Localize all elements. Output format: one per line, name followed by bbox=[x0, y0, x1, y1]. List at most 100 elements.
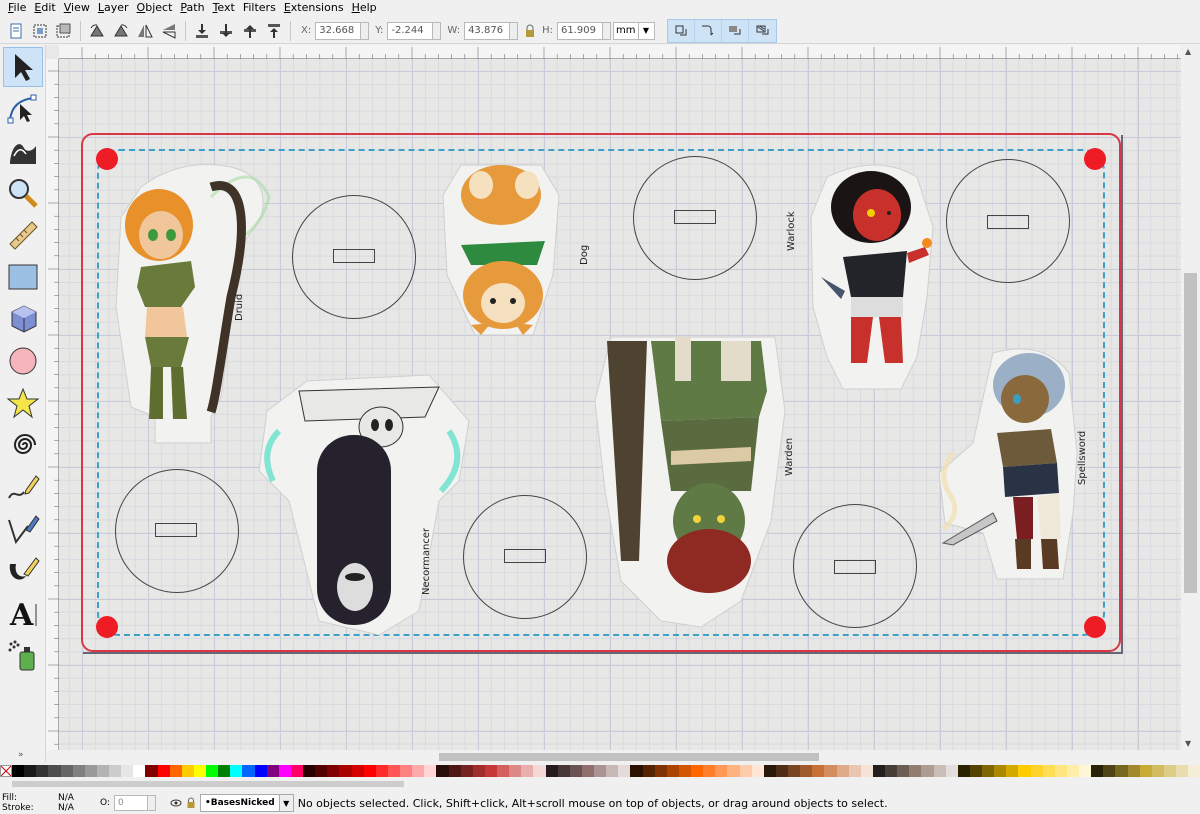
color-swatch[interactable] bbox=[969, 765, 982, 777]
menu-item[interactable]: Extensions bbox=[280, 0, 348, 16]
color-swatch[interactable] bbox=[84, 765, 97, 777]
color-swatch[interactable] bbox=[484, 765, 497, 777]
color-swatch[interactable] bbox=[557, 765, 570, 777]
palette-scrollbar[interactable] bbox=[12, 778, 1188, 790]
color-swatch[interactable] bbox=[751, 765, 764, 777]
color-swatch[interactable] bbox=[133, 765, 146, 777]
horizontal-ruler[interactable] bbox=[59, 45, 1181, 59]
color-swatch[interactable] bbox=[824, 765, 837, 777]
color-swatch[interactable] bbox=[48, 765, 61, 777]
color-swatch[interactable] bbox=[387, 765, 400, 777]
fill-value[interactable]: N/A bbox=[58, 793, 74, 803]
scroll-up-icon[interactable]: ▲ bbox=[1185, 47, 1191, 56]
flip-horizontal-icon[interactable] bbox=[134, 20, 156, 42]
color-swatch[interactable] bbox=[1091, 765, 1104, 777]
vertical-scrollbar[interactable]: ▲ ▼ bbox=[1181, 45, 1200, 762]
color-swatch[interactable] bbox=[96, 765, 109, 777]
vertical-ruler[interactable] bbox=[46, 59, 59, 750]
color-swatch[interactable] bbox=[909, 765, 922, 777]
move-patterns-icon[interactable] bbox=[749, 20, 776, 42]
color-swatch[interactable] bbox=[788, 765, 801, 777]
color-swatch[interactable] bbox=[412, 765, 425, 777]
scale-corners-icon[interactable] bbox=[695, 19, 723, 42]
color-swatch[interactable] bbox=[1018, 765, 1031, 777]
color-swatch[interactable] bbox=[145, 765, 158, 777]
y-input[interactable] bbox=[387, 21, 434, 40]
color-swatch[interactable] bbox=[363, 765, 376, 777]
color-swatch[interactable] bbox=[885, 765, 898, 777]
selector-tool[interactable] bbox=[3, 47, 43, 87]
menu-item[interactable]: Path bbox=[176, 0, 208, 16]
color-swatch[interactable] bbox=[618, 765, 631, 777]
node-tool[interactable] bbox=[3, 89, 43, 129]
color-swatch[interactable] bbox=[933, 765, 946, 777]
color-swatch[interactable] bbox=[1139, 765, 1152, 777]
color-swatch[interactable] bbox=[982, 765, 995, 777]
star-tool[interactable] bbox=[3, 383, 43, 423]
w-spinner[interactable] bbox=[510, 21, 519, 40]
palette-scroll-thumb[interactable] bbox=[12, 781, 404, 787]
color-swatch[interactable] bbox=[1042, 765, 1055, 777]
color-swatch[interactable] bbox=[290, 765, 303, 777]
color-swatch[interactable] bbox=[242, 765, 255, 777]
necromancer-figure[interactable] bbox=[258, 351, 470, 636]
color-swatch[interactable] bbox=[12, 765, 25, 777]
color-swatch[interactable] bbox=[181, 765, 194, 777]
scroll-down-icon[interactable]: ▼ bbox=[1185, 739, 1191, 748]
color-swatch[interactable] bbox=[727, 765, 740, 777]
color-swatch[interactable] bbox=[424, 765, 437, 777]
select-in-all-layers-icon[interactable] bbox=[53, 20, 75, 42]
color-swatch[interactable] bbox=[448, 765, 461, 777]
color-swatch[interactable] bbox=[594, 765, 607, 777]
menu-item[interactable]: Layer bbox=[94, 0, 133, 16]
color-swatch[interactable] bbox=[897, 765, 910, 777]
color-swatch[interactable] bbox=[72, 765, 85, 777]
dog-figure[interactable] bbox=[441, 155, 565, 337]
tweak-tool[interactable] bbox=[3, 131, 43, 171]
color-swatch[interactable] bbox=[1103, 765, 1116, 777]
text-tool[interactable]: A bbox=[3, 593, 43, 633]
flip-vertical-icon[interactable] bbox=[158, 20, 180, 42]
color-swatch[interactable] bbox=[327, 765, 340, 777]
color-swatch[interactable] bbox=[521, 765, 534, 777]
color-swatch[interactable] bbox=[1079, 765, 1092, 777]
lower-icon[interactable] bbox=[215, 20, 237, 42]
color-swatch[interactable] bbox=[339, 765, 352, 777]
stroke-value[interactable]: N/A bbox=[58, 803, 74, 813]
select-all-icon[interactable] bbox=[29, 20, 51, 42]
color-swatch[interactable] bbox=[1066, 765, 1079, 777]
color-swatch[interactable] bbox=[545, 765, 558, 777]
opacity-input[interactable] bbox=[113, 795, 148, 811]
color-swatch[interactable] bbox=[1163, 765, 1176, 777]
ellipse-tool[interactable] bbox=[3, 341, 43, 381]
color-swatch[interactable] bbox=[1176, 765, 1189, 777]
color-swatch[interactable] bbox=[1151, 765, 1164, 777]
color-swatch[interactable] bbox=[1030, 765, 1043, 777]
move-gradients-icon[interactable] bbox=[722, 19, 750, 42]
color-swatch[interactable] bbox=[1006, 765, 1019, 777]
color-swatch[interactable] bbox=[351, 765, 364, 777]
color-swatch[interactable] bbox=[654, 765, 667, 777]
scale-stroke-icon[interactable] bbox=[668, 19, 696, 42]
color-swatch[interactable] bbox=[715, 765, 728, 777]
color-swatch[interactable] bbox=[266, 765, 279, 777]
pen-tool[interactable] bbox=[3, 509, 43, 549]
eye-icon[interactable] bbox=[170, 797, 182, 809]
color-swatch[interactable] bbox=[375, 765, 388, 777]
color-swatch[interactable] bbox=[121, 765, 134, 777]
color-swatch[interactable] bbox=[509, 765, 522, 777]
color-swatch[interactable] bbox=[860, 765, 873, 777]
warden-figure[interactable] bbox=[591, 321, 786, 628]
raise-icon[interactable] bbox=[239, 20, 261, 42]
color-swatch[interactable] bbox=[581, 765, 594, 777]
color-swatch[interactable] bbox=[691, 765, 704, 777]
lower-to-bottom-icon[interactable] bbox=[191, 20, 213, 42]
color-swatch[interactable] bbox=[472, 765, 485, 777]
color-swatch[interactable] bbox=[278, 765, 291, 777]
color-swatch[interactable] bbox=[157, 765, 170, 777]
menu-item[interactable]: Object bbox=[133, 0, 177, 16]
color-swatch[interactable] bbox=[739, 765, 752, 777]
color-swatch[interactable] bbox=[109, 765, 122, 777]
x-input[interactable] bbox=[315, 21, 362, 40]
druid-figure[interactable] bbox=[111, 157, 281, 444]
